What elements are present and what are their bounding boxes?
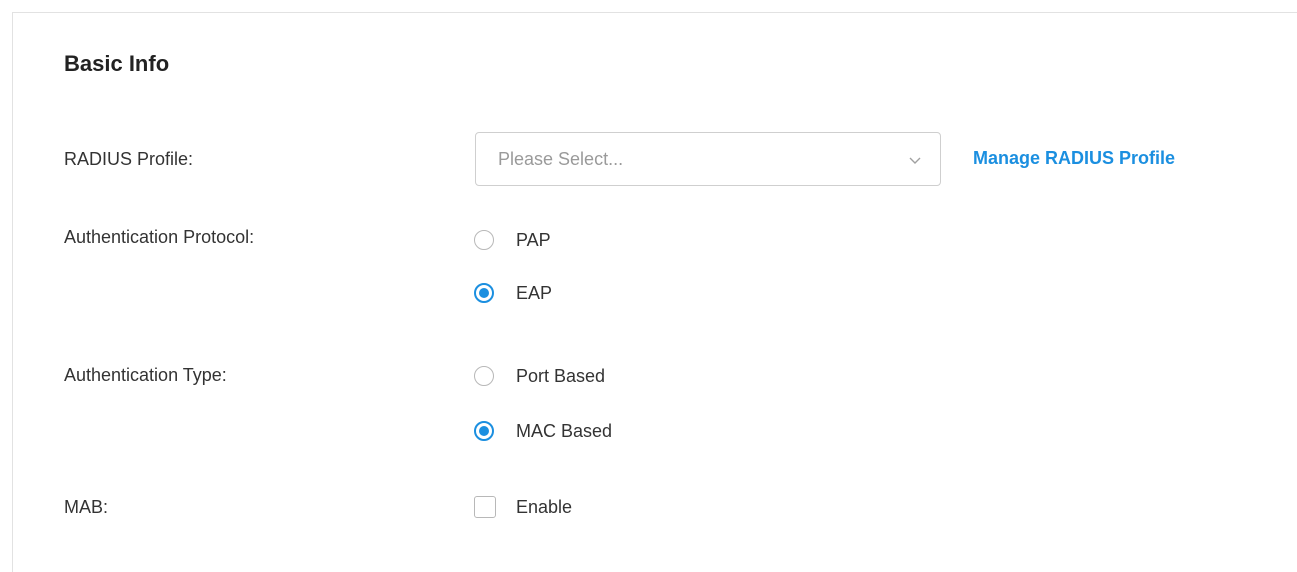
radio-pap[interactable] xyxy=(474,230,494,250)
mab-enable-label: Enable xyxy=(516,496,573,517)
radio-eap-label: EAP xyxy=(516,282,553,303)
mab-enable-checkbox[interactable] xyxy=(474,496,496,518)
radius-profile-placeholder: Please Select... xyxy=(498,149,624,169)
radio-mac-based[interactable] xyxy=(474,421,494,441)
radio-port-based-label: Port Based xyxy=(516,365,606,386)
auth-protocol-option-pap[interactable]: PAP xyxy=(474,228,551,252)
radio-eap[interactable] xyxy=(474,283,494,303)
auth-protocol-label: Authentication Protocol: xyxy=(64,227,255,247)
mab-label: MAB: xyxy=(64,497,109,517)
auth-type-option-mac-based[interactable]: MAC Based xyxy=(474,419,612,443)
basic-info-panel xyxy=(12,12,1297,572)
auth-type-option-port-based[interactable]: Port Based xyxy=(474,364,605,388)
radio-pap-label: PAP xyxy=(516,229,551,250)
radius-profile-label: RADIUS Profile: xyxy=(64,149,194,169)
radius-profile-select[interactable]: Please Select... xyxy=(475,132,941,186)
auth-protocol-option-eap[interactable]: EAP xyxy=(474,281,552,305)
chevron-down-icon xyxy=(909,157,921,164)
radio-mac-based-label: MAC Based xyxy=(516,420,613,441)
radio-port-based[interactable] xyxy=(474,366,494,386)
mab-enable-option[interactable]: Enable xyxy=(474,495,572,519)
auth-type-label: Authentication Type: xyxy=(64,365,227,385)
section-title: Basic Info xyxy=(64,51,170,76)
manage-radius-profile-link[interactable]: Manage RADIUS Profile xyxy=(973,148,1175,169)
